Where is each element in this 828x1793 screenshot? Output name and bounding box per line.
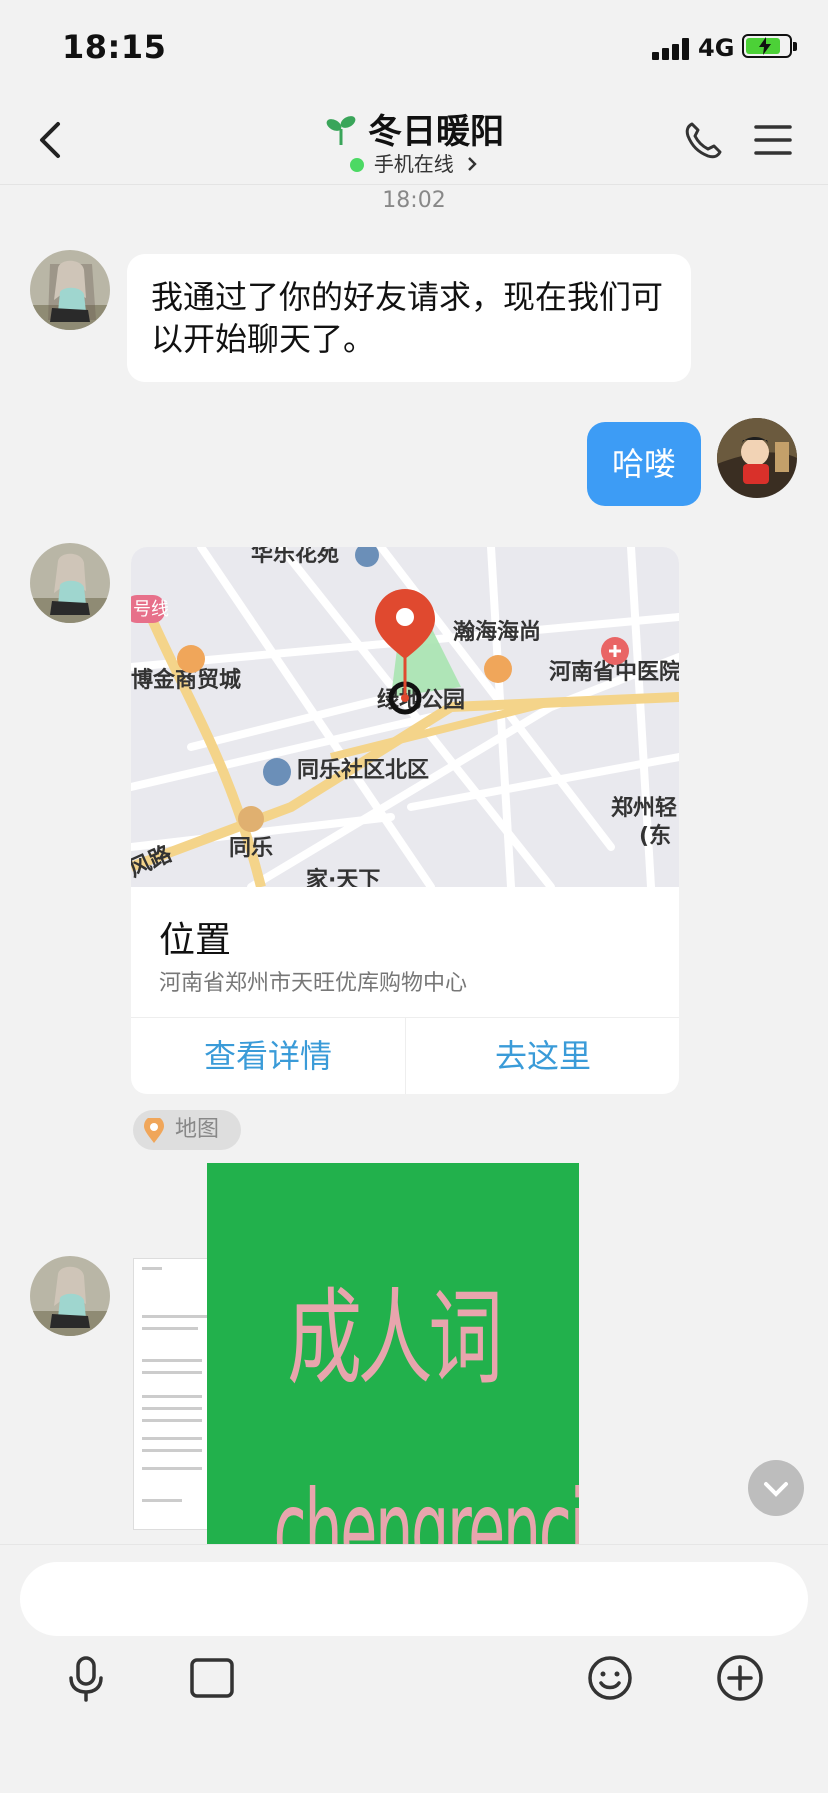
map-label: 家·天下 <box>306 867 380 887</box>
location-title: 位置 <box>159 920 232 961</box>
image-message[interactable] <box>133 1258 217 1530</box>
location-address: 河南省郑州市天旺优库购物中心 <box>159 971 468 996</box>
chevron-right-icon <box>468 157 477 171</box>
menu-icon <box>754 125 792 155</box>
map-label: 号线 <box>133 599 169 620</box>
scroll-down-button[interactable] <box>748 1460 804 1516</box>
emoji-button[interactable] <box>586 1654 634 1702</box>
navigate-button[interactable]: 去这里 <box>406 1018 679 1094</box>
signal-icon <box>652 38 692 60</box>
avatar <box>30 543 110 623</box>
header-divider <box>0 184 828 185</box>
emoji-icon <box>588 1656 632 1700</box>
battery-icon <box>742 34 797 58</box>
contact-avatar[interactable] <box>30 250 110 330</box>
map-label: 华乐花苑 <box>251 547 339 567</box>
menu-button[interactable] <box>754 124 792 156</box>
shop-icon <box>484 655 512 683</box>
watermark-text-cn: 成人词 <box>287 1277 503 1399</box>
map-label: 同乐 <box>229 836 273 861</box>
message-bubble-incoming[interactable]: 我通过了你的好友请求，现在我们可以开始聊天了。 <box>127 254 691 382</box>
more-button[interactable] <box>716 1654 764 1702</box>
poi-icon <box>263 758 291 786</box>
image-button[interactable] <box>188 1654 236 1702</box>
phone-icon <box>685 122 722 159</box>
avatar <box>717 418 797 498</box>
poi-icon <box>238 806 264 832</box>
chevron-down-icon <box>764 1482 788 1497</box>
contact-avatar[interactable] <box>30 1256 110 1336</box>
location-map[interactable]: 号线 华乐花苑 瀚海海尚 河南省中医院 博金商贸城 绿地公园 同乐社区北区 郑州… <box>131 547 679 887</box>
voice-button[interactable] <box>62 1654 110 1702</box>
online-dot <box>349 158 364 172</box>
avatar <box>30 250 110 330</box>
view-details-button[interactable]: 查看详情 <box>131 1018 405 1094</box>
phone-button[interactable] <box>682 120 724 162</box>
map-label: 郑州轻 <box>611 795 677 821</box>
map-tag-label: 地图 <box>175 1117 220 1142</box>
online-text: 手机在线 <box>373 152 454 176</box>
message-timestamp: 18:02 <box>382 188 446 213</box>
shop-icon <box>177 645 205 673</box>
my-avatar[interactable] <box>717 418 797 498</box>
map-label: 同乐社区北区 <box>297 757 429 783</box>
location-pin-icon <box>144 1118 164 1143</box>
image-icon <box>190 1658 234 1698</box>
plus-icon <box>717 1655 763 1701</box>
message-bubble-outgoing[interactable]: 哈喽 <box>587 422 701 506</box>
message-input[interactable] <box>20 1562 808 1636</box>
contact-avatar[interactable] <box>30 543 110 623</box>
sprout-icon <box>326 116 356 145</box>
map-tag[interactable]: 地图 <box>133 1110 241 1150</box>
network-label: 4G <box>698 34 735 62</box>
map-label: (东 <box>639 823 671 849</box>
contact-name: 冬日暖阳 <box>368 112 504 152</box>
avatar <box>30 1256 110 1336</box>
status-time: 18:15 <box>62 28 167 66</box>
mic-icon <box>69 1656 103 1702</box>
map-label: 瀚海海尚 <box>453 619 541 645</box>
location-card[interactable]: 号线 华乐花苑 瀚海海尚 河南省中医院 博金商贸城 绿地公园 同乐社区北区 郑州… <box>131 547 679 1094</box>
